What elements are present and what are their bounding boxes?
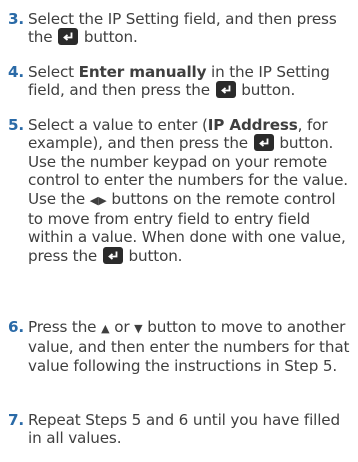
left-right-arrows-icon: ◀▶	[89, 193, 107, 207]
step-text: Select Enter manually in the IP Setting …	[28, 63, 330, 100]
step-number: 4.	[8, 63, 25, 81]
step-number: 3.	[8, 10, 25, 28]
step-4: 4. Select Enter manually in the IP Setti…	[8, 63, 354, 100]
down-arrow-icon: ▼	[134, 322, 143, 335]
step-text: Select the IP Setting field, and then pr…	[28, 10, 337, 47]
enter-button-icon	[253, 134, 274, 152]
step-6: 6. Press the ▲ or ▼ button to move to an…	[8, 318, 354, 375]
up-arrow-icon: ▲	[101, 322, 110, 335]
step-3: 3. Select the IP Setting field, and then…	[8, 10, 354, 47]
step-5: 5. Select a value to enter (IP Address, …	[8, 116, 354, 265]
enter-button-icon	[58, 28, 79, 46]
instruction-page: 3. Select the IP Setting field, and then…	[0, 0, 358, 462]
step-number: 5.	[8, 116, 25, 134]
step-text: Repeat Steps 5 and 6 until you have fill…	[28, 411, 340, 448]
step-7: 7. Repeat Steps 5 and 6 until you have f…	[8, 411, 354, 448]
step-number: 7.	[8, 411, 25, 429]
step-number: 6.	[8, 318, 25, 336]
enter-button-icon	[215, 81, 236, 99]
enter-button-icon	[102, 246, 123, 264]
step-text: Press the ▲ or ▼ button to move to anoth…	[28, 318, 350, 375]
step-text: Select a value to enter (IP Address, for…	[28, 116, 348, 265]
